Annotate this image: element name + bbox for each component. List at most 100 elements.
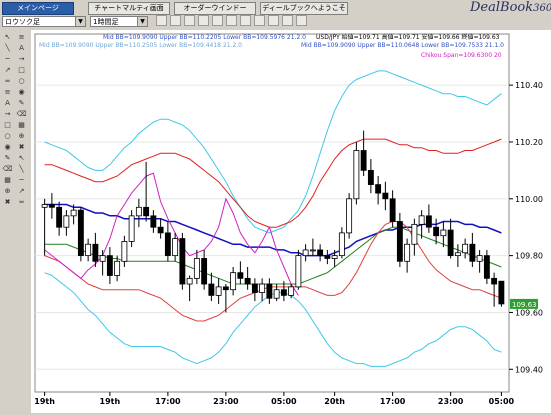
candle-body xyxy=(469,243,476,262)
rect-icon[interactable]: □ xyxy=(2,120,13,130)
candle-body xyxy=(244,277,251,285)
candle-body xyxy=(404,243,411,262)
fib-alt-icon[interactable]: ◉ xyxy=(16,87,27,97)
zoom-icon[interactable]: ⊕ xyxy=(2,186,13,196)
x-tick-label: 05:00 xyxy=(271,397,297,406)
candle-body xyxy=(92,243,99,262)
zoom-button[interactable] xyxy=(240,15,251,26)
candle-body xyxy=(114,260,121,276)
tab-chart-multi[interactable]: チャートマルティ画面 xyxy=(88,2,170,15)
trash-icon[interactable]: ✖ xyxy=(2,197,13,207)
candle-body xyxy=(440,229,447,237)
candle-body xyxy=(63,215,70,228)
help-button[interactable] xyxy=(282,15,293,26)
eye-alt-icon[interactable]: ✖ xyxy=(16,142,27,152)
zoom-alt-icon[interactable]: ↗ xyxy=(16,186,27,196)
pen-icon[interactable]: ✎ xyxy=(2,153,13,163)
candle-body xyxy=(389,198,396,222)
circle-icon[interactable]: ○ xyxy=(2,131,13,141)
candle-body xyxy=(157,226,164,234)
candle-body xyxy=(70,209,77,217)
candle-body xyxy=(150,215,157,228)
trash-alt-icon[interactable]: ═ xyxy=(16,197,27,207)
candle-body xyxy=(280,289,287,296)
candle-body xyxy=(186,277,193,285)
cursor-alt-icon[interactable]: ≡ xyxy=(16,32,27,42)
candle-body xyxy=(324,255,331,259)
grid-alt-icon[interactable]: ─ xyxy=(16,175,27,185)
cursor-icon[interactable]: ↖ xyxy=(2,32,13,42)
close-button[interactable] xyxy=(296,15,307,26)
x-tick-label: 17:00 xyxy=(380,397,406,406)
erase-icon[interactable]: ⌫ xyxy=(2,164,13,174)
arrow-icon[interactable]: → xyxy=(2,109,13,119)
candle-body xyxy=(418,215,425,225)
eye-icon[interactable]: ◉ xyxy=(2,142,13,152)
legend-entry: Mid BB=109.9090 Upper BB=110.0648 Lower … xyxy=(301,42,504,49)
arrow-alt-icon[interactable]: ⌫ xyxy=(16,109,27,119)
print-button[interactable] xyxy=(268,15,279,26)
channel-icon[interactable]: ═ xyxy=(2,76,13,86)
drawing-tools-panel: ↖ ≡ ╲ A ─ → ↗ □ ═ ○ ≡ ◉ A ✎ → ⌫ □ ▦ ○ ⊕ ◉ ✖ ✎ ↖ ⌫ ╲ ▦ ─ ⊕ ↗ ✖ ═ xyxy=(0,30,30,413)
tab-dealbook-welcome[interactable]: ディールブックへようこそ xyxy=(260,2,348,15)
plot-frame xyxy=(34,33,510,393)
candle-body xyxy=(172,238,179,257)
period-select[interactable]: 1時間足 ▼ xyxy=(90,16,148,27)
legend-entry: Mid BB=109.9090 Upper BB=110.2205 Lower … xyxy=(103,34,306,41)
x-tick-label: 19th xyxy=(34,397,55,406)
pen-alt-icon[interactable]: ↖ xyxy=(16,153,27,163)
candle-body xyxy=(331,255,338,259)
legend-entry: Chikou Span=109.6300 20 xyxy=(421,52,502,59)
chart-svg[interactable]: 110.40 110.20 110.00 109.80 109.60 109.40 19th… xyxy=(31,30,551,413)
x-tick-label: 19th xyxy=(100,397,121,406)
chart-area[interactable]: 110.40 110.20 110.00 109.80 109.60 109.40 19th… xyxy=(31,30,551,413)
candle-body xyxy=(498,280,505,305)
candle-body xyxy=(164,232,171,257)
hline-icon[interactable]: ─ xyxy=(2,54,13,64)
line-icon[interactable]: ╲ xyxy=(2,43,13,53)
candle-body xyxy=(411,223,418,245)
candle-body xyxy=(454,252,461,257)
candle-body xyxy=(106,255,113,276)
ray-icon[interactable]: ↗ xyxy=(2,65,13,75)
ray-alt-icon[interactable]: □ xyxy=(16,65,27,75)
hline-button[interactable] xyxy=(198,15,209,26)
y-tick-label: 109.80 xyxy=(515,252,543,261)
text-button[interactable] xyxy=(226,15,237,26)
vline-button[interactable] xyxy=(212,15,223,26)
candle-body xyxy=(353,150,360,200)
candle-body xyxy=(135,206,142,217)
candle-body xyxy=(48,204,55,208)
crosshair-button[interactable] xyxy=(170,15,181,26)
tab-main-page[interactable]: メインページ xyxy=(2,2,74,15)
settings-button[interactable] xyxy=(254,15,265,26)
candle-body xyxy=(375,184,382,194)
x-tick-label: 05:00 xyxy=(489,397,515,406)
grid-icon[interactable]: ▦ xyxy=(2,175,13,185)
hline-alt-icon[interactable]: → xyxy=(16,54,27,64)
candle-body xyxy=(295,255,302,288)
circle-alt-icon[interactable]: ⊕ xyxy=(16,131,27,141)
candle-body xyxy=(251,283,258,293)
rect-alt-icon[interactable]: ▦ xyxy=(16,120,27,130)
candle-body xyxy=(259,283,266,293)
candle-body xyxy=(483,255,490,279)
channel-alt-icon[interactable]: ○ xyxy=(16,76,27,86)
text-icon[interactable]: A xyxy=(2,98,13,108)
tab-order-window[interactable]: オーダーウインドー xyxy=(174,2,256,15)
erase-alt-icon[interactable]: ╲ xyxy=(16,164,27,174)
fib-icon[interactable]: ≡ xyxy=(2,87,13,97)
candle-body xyxy=(382,192,389,200)
cursor-button[interactable] xyxy=(156,15,167,26)
line-button[interactable] xyxy=(184,15,195,26)
y-tick-label: 109.60 xyxy=(515,308,543,317)
chart-type-select[interactable]: ロウソク足 ▼ xyxy=(2,16,86,27)
period-value: 1時間足 xyxy=(93,18,119,26)
text-alt-icon[interactable]: ✎ xyxy=(16,98,27,108)
dealbook-logo: DealBook360 xyxy=(470,0,551,15)
candle-body xyxy=(433,226,440,237)
candle-body xyxy=(99,255,106,262)
chart-type-value: ロウソク足 xyxy=(5,18,40,26)
line-alt-icon[interactable]: A xyxy=(16,43,27,53)
candle-body xyxy=(273,289,280,299)
